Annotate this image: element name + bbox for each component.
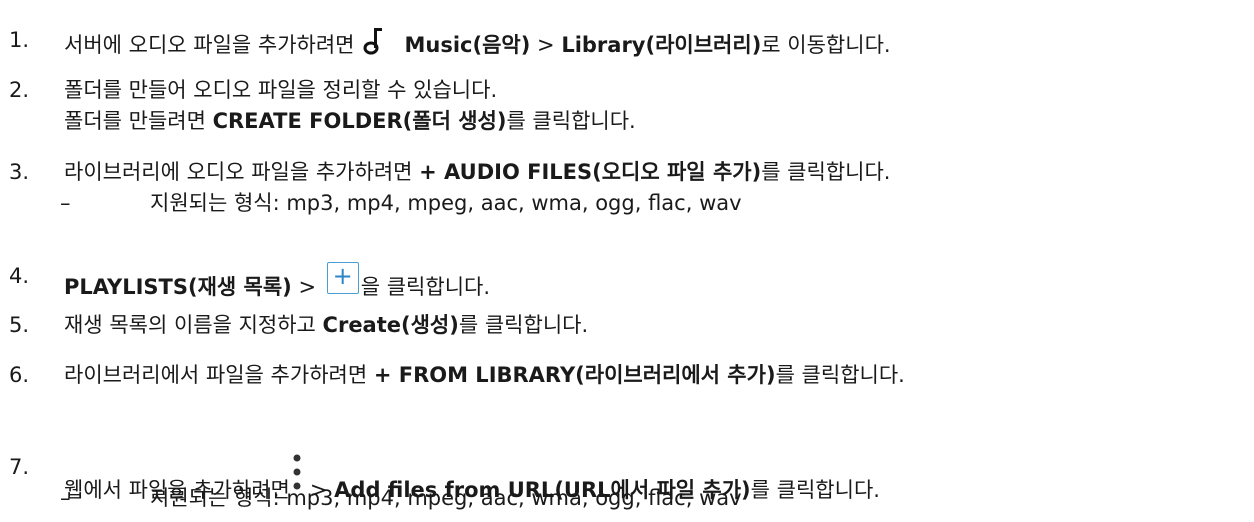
step-text-part: 를 클릭합니다. — [506, 109, 636, 133]
step-number: 4. — [9, 264, 30, 288]
step-number: 3. — [9, 160, 30, 184]
step-text-part: 라이브러리에서 파일을 추가하려면 — [64, 363, 374, 387]
step-text: 폴더를 만들어 오디오 파일을 정리할 수 있습니다. — [64, 78, 498, 102]
step-number: 1. — [9, 28, 30, 52]
playlists-label: PLAYLISTS(재생 목록) — [64, 275, 292, 299]
step-text: PLAYLISTS(재생 목록) > + 을 클릭합니다. — [64, 262, 490, 301]
step-text-part: 를 클릭합니다. — [761, 160, 891, 184]
create-folder-label: CREATE FOLDER(폴더 생성) — [212, 109, 507, 133]
step-text-part: 를 클릭합니다. — [750, 478, 880, 502]
step-text: 라이브러리에서 파일을 추가하려면 + FROM LIBRARY(라이브러리에서… — [64, 361, 905, 389]
step-number: 6. — [9, 363, 30, 387]
separator: > — [530, 33, 562, 57]
music-menu-label: Music(음악) — [404, 33, 531, 57]
step-text-part: 로 이동합니다. — [761, 33, 891, 57]
library-menu-label: Library(라이브러리) — [561, 33, 762, 57]
note-dash: – — [60, 486, 71, 510]
add-audio-files-label: + AUDIO FILES(오디오 파일 추가) — [419, 160, 762, 184]
step-number: 2. — [9, 78, 30, 102]
step-number: 5. — [9, 313, 30, 337]
step-text-part: 를 클릭합니다. — [458, 313, 589, 337]
music-note-icon — [363, 28, 382, 55]
step-text-part: 재생 목록의 이름을 지정하고 — [64, 313, 323, 337]
step-text-part: 을 클릭합니다. — [360, 275, 491, 299]
step-text-part: 폴더를 만들려면 — [64, 109, 213, 133]
create-label: Create(생성) — [322, 313, 459, 337]
separator: > — [291, 275, 323, 299]
step-text: 라이브러리에 오디오 파일을 추가하려면 + AUDIO FILES(오디오 파… — [64, 158, 890, 186]
step-text-part: 를 클릭합니다. — [775, 363, 905, 387]
note-dash: – — [60, 191, 71, 215]
step-text: 폴더를 만들려면 CREATE FOLDER(폴더 생성)를 클릭합니다. — [64, 107, 636, 135]
step-text-part: 서버에 오디오 파일을 추가하려면 — [64, 33, 355, 57]
from-library-label: + FROM LIBRARY(라이브러리에서 추가) — [373, 363, 776, 387]
supported-formats-note: 지원되는 형식: mp3, mp4, mpeg, aac, wma, ogg, … — [150, 191, 742, 215]
step-text: 서버에 오디오 파일을 추가하려면 Music(음악) > Library(라이브… — [64, 26, 891, 59]
step-number: 7. — [9, 455, 30, 479]
supported-formats-note: 지원되는 형식: mp3, mp4, mpeg, aac, wma, ogg, … — [150, 486, 742, 510]
step-text-part: 라이브러리에 오디오 파일을 추가하려면 — [64, 160, 420, 184]
step-text: 재생 목록의 이름을 지정하고 Create(생성)를 클릭합니다. — [64, 311, 588, 339]
plus-icon: + — [326, 262, 359, 294]
